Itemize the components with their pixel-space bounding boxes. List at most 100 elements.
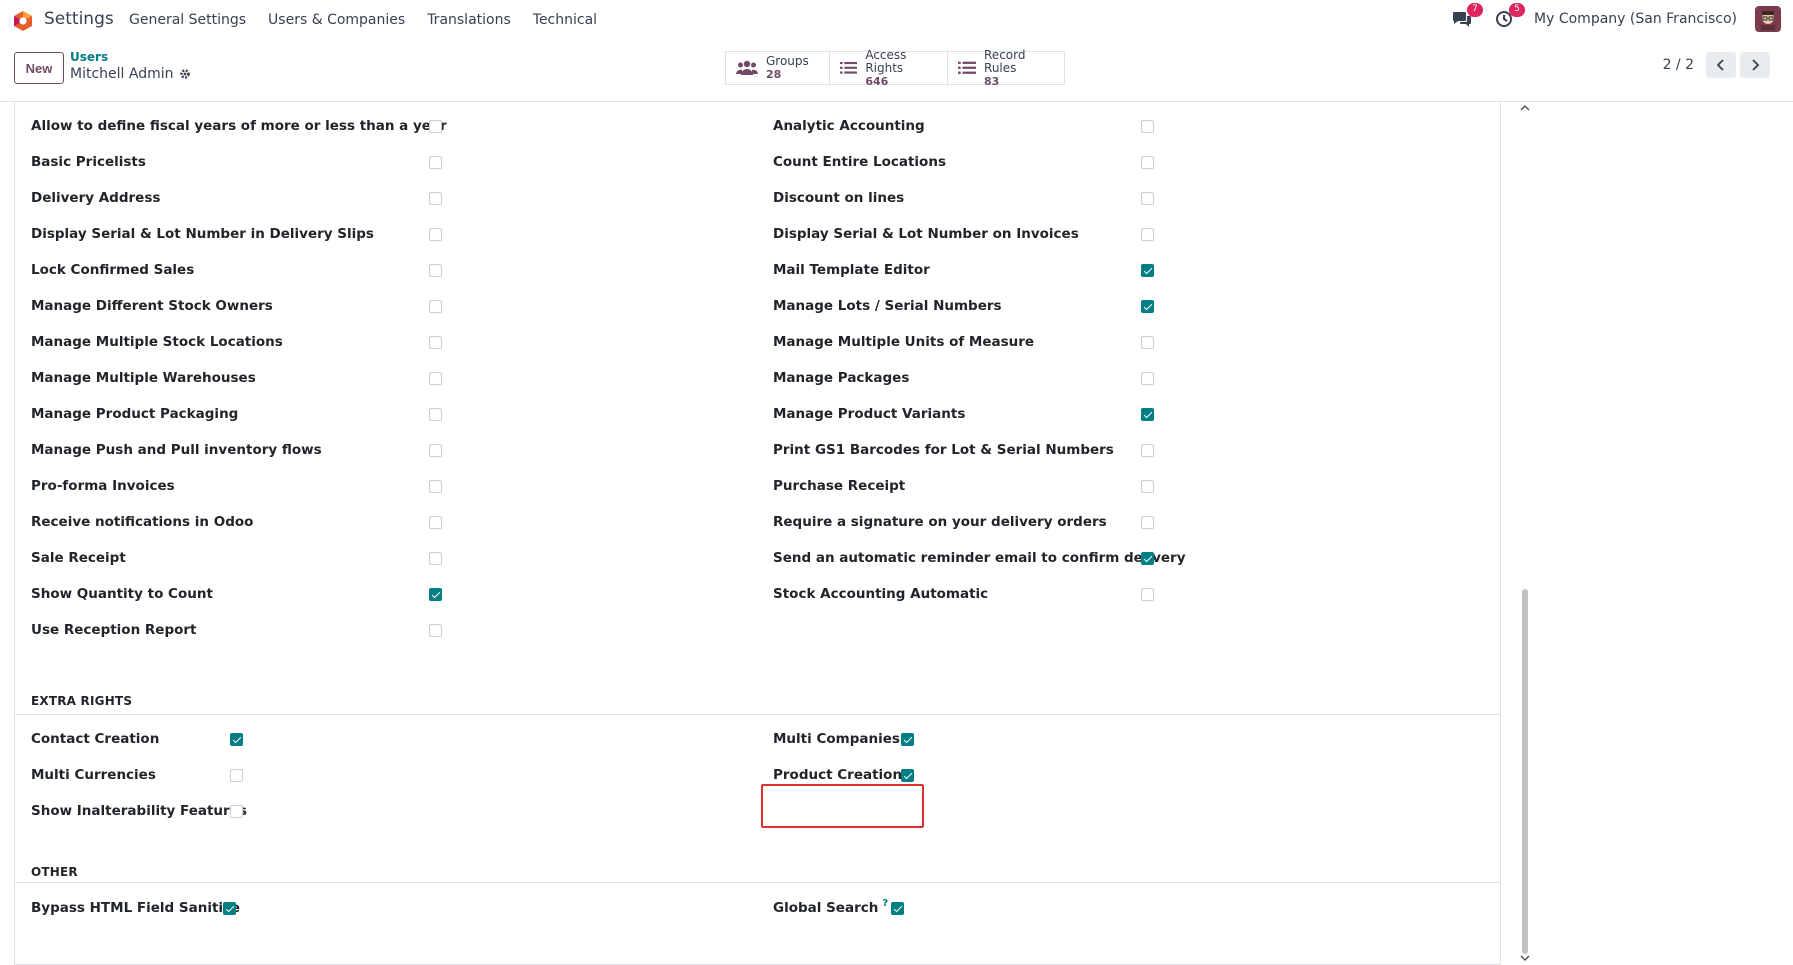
menu-translations[interactable]: Translations	[427, 12, 511, 28]
access-rights-smart-button[interactable]: Access Rights 646	[830, 47, 948, 88]
scroll-down-icon[interactable]	[1520, 954, 1530, 962]
activities-clock-icon[interactable]: 5	[1492, 3, 1526, 31]
access-rights-count: 646	[865, 74, 889, 88]
manage-multiple-stock-locations-checkbox[interactable]	[429, 336, 442, 349]
contact-creation-checkbox[interactable]	[230, 733, 243, 746]
lock-confirmed-sales-checkbox[interactable]	[429, 264, 442, 277]
list-icon	[840, 61, 858, 74]
manage-product-packaging-checkbox[interactable]	[429, 408, 442, 421]
setting-row: Analytic Accounting	[773, 116, 925, 136]
manage-packages-checkbox[interactable]	[1141, 372, 1154, 385]
global-search-checkbox[interactable]	[891, 902, 904, 915]
odoo-logo-icon[interactable]	[12, 10, 34, 32]
pager-value[interactable]: 2 / 2	[1663, 57, 1694, 73]
print-gs1-barcodes-for-lot-serial-numbers-checkbox[interactable]	[1141, 444, 1154, 457]
access-rights-label: Access Rights	[865, 47, 907, 75]
pager-next-button[interactable]	[1740, 52, 1770, 78]
basic-pricelists-checkbox[interactable]	[429, 156, 442, 169]
require-a-signature-on-your-delivery-orders-checkbox[interactable]	[1141, 516, 1154, 529]
extra-rights-title: EXTRA RIGHTS	[31, 694, 133, 708]
setting-row: Product Creation	[773, 765, 902, 785]
setting-row: Manage Product Packaging	[31, 404, 238, 424]
breadcrumb-users[interactable]: Users	[70, 50, 108, 64]
setting-row: Sale Receipt	[31, 548, 126, 568]
manage-push-and-pull-inventory-flows-label: Manage Push and Pull inventory flows	[31, 442, 322, 458]
print-gs1-barcodes-for-lot-serial-numbers-label: Print GS1 Barcodes for Lot & Serial Numb…	[773, 442, 1114, 458]
show-inalterability-features-checkbox[interactable]	[230, 805, 243, 818]
global-search-label: Global Search	[773, 900, 879, 916]
multi-currencies-checkbox[interactable]	[230, 769, 243, 782]
product-creation-checkbox[interactable]	[901, 769, 914, 782]
send-an-automatic-reminder-email-to-confirm-delivery-checkbox[interactable]	[1141, 552, 1154, 565]
record-rules-smart-button[interactable]: Record Rules 83	[948, 47, 1064, 88]
sale-receipt-checkbox[interactable]	[429, 552, 442, 565]
receive-notifications-in-odoo-checkbox[interactable]	[429, 516, 442, 529]
setting-row: Print GS1 Barcodes for Lot & Serial Numb…	[773, 440, 1114, 460]
setting-row: Basic Pricelists	[31, 152, 146, 172]
allow-to-define-fiscal-years-of-more-or-less-than-a-year-checkbox[interactable]	[429, 120, 442, 133]
discount-on-lines-label: Discount on lines	[773, 190, 905, 206]
manage-different-stock-owners-checkbox[interactable]	[429, 300, 442, 313]
help-tooltip-icon[interactable]: ?	[882, 898, 888, 909]
discount-on-lines-checkbox[interactable]	[1141, 192, 1154, 205]
manage-multiple-warehouses-label: Manage Multiple Warehouses	[31, 370, 256, 386]
setting-row: Manage Different Stock Owners	[31, 296, 273, 316]
menu-general-settings[interactable]: General Settings	[129, 12, 246, 28]
bypass-html-sanitize-checkbox[interactable]	[223, 902, 236, 915]
setting-row: Stock Accounting Automatic	[773, 584, 988, 604]
menu-users-companies[interactable]: Users & Companies	[268, 12, 405, 28]
pro-forma-invoices-checkbox[interactable]	[429, 480, 442, 493]
pager-previous-button[interactable]	[1706, 52, 1736, 78]
messages-icon[interactable]: 7	[1450, 3, 1484, 31]
groups-count: 28	[766, 68, 782, 81]
groups-label: Groups	[766, 54, 809, 68]
analytic-accounting-checkbox[interactable]	[1141, 120, 1154, 133]
user-avatar-icon	[1761, 11, 1775, 30]
record-rules-label: Record Rules	[984, 47, 1026, 75]
manage-multiple-warehouses-checkbox[interactable]	[429, 372, 442, 385]
mail-template-editor-checkbox[interactable]	[1141, 264, 1154, 277]
pager: 2 / 2	[1663, 52, 1770, 78]
manage-push-and-pull-inventory-flows-checkbox[interactable]	[429, 444, 442, 457]
setting-row: Delivery Address	[31, 188, 160, 208]
company-switcher[interactable]: My Company (San Francisco)	[1534, 11, 1737, 27]
smart-buttons: Groups 28 Access Rights 646 Record Rules…	[725, 47, 1065, 88]
multi-companies-checkbox[interactable]	[901, 733, 914, 746]
setting-row: Receive notifications in Odoo	[31, 512, 253, 532]
scroll-up-icon[interactable]	[1520, 104, 1530, 112]
show-inalterability-features-label: Show Inalterability Features	[31, 803, 247, 819]
navbar-systray: 7 5 My Company (San Francisco)	[1450, 3, 1781, 32]
manage-product-packaging-label: Manage Product Packaging	[31, 406, 239, 422]
use-reception-report-checkbox[interactable]	[429, 624, 442, 637]
delivery-address-checkbox[interactable]	[429, 192, 442, 205]
top-navbar: Settings General Settings Users & Compan…	[0, 0, 1793, 40]
purchase-receipt-checkbox[interactable]	[1141, 480, 1154, 493]
show-quantity-to-count-checkbox[interactable]	[429, 588, 442, 601]
purchase-receipt-label: Purchase Receipt	[773, 478, 906, 494]
setting-row: Contact Creation	[31, 729, 159, 749]
manage-multiple-units-of-measure-checkbox[interactable]	[1141, 336, 1154, 349]
app-name[interactable]: Settings	[44, 9, 114, 29]
setting-row: Use Reception Report	[31, 620, 197, 640]
new-button[interactable]: New	[14, 52, 64, 84]
groups-smart-button[interactable]: Groups 28	[726, 52, 830, 84]
setting-row: Pro-forma Invoices	[31, 476, 175, 496]
scrollbar-thumb[interactable]	[1522, 589, 1528, 954]
setting-row: Show Inalterability Features	[31, 801, 247, 821]
display-serial-lot-number-in-delivery-slips-checkbox[interactable]	[429, 228, 442, 241]
stock-accounting-automatic-checkbox[interactable]	[1141, 588, 1154, 601]
sale-receipt-label: Sale Receipt	[31, 550, 126, 566]
setting-row: Global Search ?	[773, 898, 888, 918]
display-serial-lot-number-on-invoices-checkbox[interactable]	[1141, 228, 1154, 241]
manage-lots-serial-numbers-checkbox[interactable]	[1141, 300, 1154, 313]
section-divider	[14, 714, 1501, 715]
user-avatar[interactable]	[1755, 6, 1781, 32]
gear-icon[interactable]	[179, 68, 191, 80]
display-serial-lot-number-on-invoices-label: Display Serial & Lot Number on Invoices	[773, 226, 1079, 242]
setting-row: Count Entire Locations	[773, 152, 946, 172]
count-entire-locations-checkbox[interactable]	[1141, 156, 1154, 169]
delivery-address-label: Delivery Address	[31, 190, 161, 206]
manage-product-variants-checkbox[interactable]	[1141, 408, 1154, 421]
menu-technical[interactable]: Technical	[533, 12, 597, 28]
setting-row: Multi Currencies	[31, 765, 156, 785]
